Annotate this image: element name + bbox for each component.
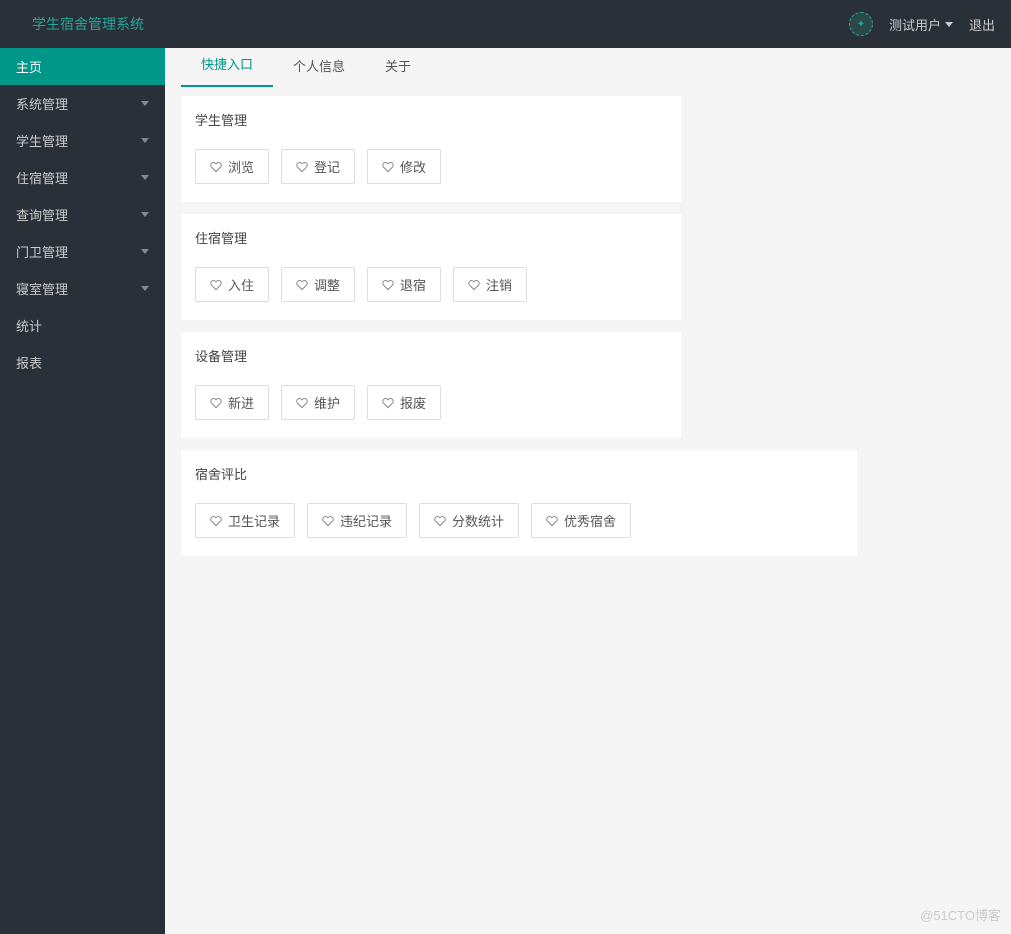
heart-icon — [546, 515, 558, 527]
app-title: 学生宿舍管理系统 — [32, 14, 144, 34]
action-button-1-3[interactable]: 注销 — [453, 267, 527, 302]
sidebar-item-5[interactable]: 门卫管理 — [0, 233, 165, 270]
button-label: 入住 — [228, 275, 254, 294]
tabs: 快捷入口个人信息关于 — [181, 48, 995, 88]
chevron-down-icon — [141, 101, 149, 106]
chevron-down-icon — [141, 249, 149, 254]
panel-2: 设备管理新进 维护 报废 — [181, 332, 681, 438]
action-button-0-0[interactable]: 浏览 — [195, 149, 269, 184]
heart-icon — [210, 161, 222, 173]
chevron-down-icon — [141, 175, 149, 180]
button-row: 新进 维护 报废 — [195, 385, 667, 420]
heart-icon — [296, 397, 308, 409]
button-row: 浏览 登记 修改 — [195, 149, 667, 184]
sidebar-item-1[interactable]: 系统管理 — [0, 85, 165, 122]
button-label: 退宿 — [400, 275, 426, 294]
heart-icon — [296, 161, 308, 173]
action-button-2-2[interactable]: 报废 — [367, 385, 441, 420]
heart-icon — [296, 279, 308, 291]
sidebar-item-7[interactable]: 统计 — [0, 307, 165, 344]
action-button-1-2[interactable]: 退宿 — [367, 267, 441, 302]
sidebar-item-label: 门卫管理 — [16, 242, 68, 261]
button-label: 维护 — [314, 393, 340, 412]
action-button-0-1[interactable]: 登记 — [281, 149, 355, 184]
button-label: 浏览 — [228, 157, 254, 176]
sidebar-item-4[interactable]: 查询管理 — [0, 196, 165, 233]
sidebar-item-0[interactable]: 主页 — [0, 48, 165, 85]
heart-icon — [382, 161, 394, 173]
header-right: ✦ 测试用户 退出 — [849, 12, 995, 36]
button-label: 调整 — [314, 275, 340, 294]
action-button-2-0[interactable]: 新进 — [195, 385, 269, 420]
chevron-down-icon — [141, 286, 149, 291]
sidebar-item-label: 住宿管理 — [16, 168, 68, 187]
button-label: 注销 — [486, 275, 512, 294]
sidebar-item-label: 查询管理 — [16, 205, 68, 224]
button-label: 分数统计 — [452, 511, 504, 530]
button-row: 卫生记录 违纪记录 分数统计 优秀宿舍 — [195, 503, 843, 538]
sidebar-item-label: 报表 — [16, 353, 42, 372]
sidebar: 主页系统管理学生管理住宿管理查询管理门卫管理寝室管理统计报表 — [0, 48, 165, 934]
tab-1[interactable]: 个人信息 — [273, 44, 365, 87]
sidebar-item-2[interactable]: 学生管理 — [0, 122, 165, 159]
sidebar-item-8[interactable]: 报表 — [0, 344, 165, 381]
watermark: @51CTO博客 — [920, 905, 1001, 924]
panel-title: 住宿管理 — [195, 228, 667, 247]
panel-3: 宿舍评比卫生记录 违纪记录 分数统计 优秀宿舍 — [181, 450, 857, 556]
panel-title: 设备管理 — [195, 346, 667, 365]
logout-button[interactable]: 退出 — [969, 15, 995, 34]
heart-icon — [210, 279, 222, 291]
action-button-3-3[interactable]: 优秀宿舍 — [531, 503, 631, 538]
action-button-2-1[interactable]: 维护 — [281, 385, 355, 420]
sidebar-item-label: 系统管理 — [16, 94, 68, 113]
heart-icon — [382, 279, 394, 291]
heart-icon — [434, 515, 446, 527]
user-menu[interactable]: 测试用户 — [889, 15, 953, 34]
action-button-0-2[interactable]: 修改 — [367, 149, 441, 184]
chevron-down-icon — [141, 138, 149, 143]
button-label: 卫生记录 — [228, 511, 280, 530]
heart-icon — [382, 397, 394, 409]
sidebar-item-label: 主页 — [16, 57, 42, 76]
tab-0[interactable]: 快捷入口 — [181, 42, 273, 87]
action-button-3-0[interactable]: 卫生记录 — [195, 503, 295, 538]
heart-icon — [322, 515, 334, 527]
action-button-1-1[interactable]: 调整 — [281, 267, 355, 302]
heart-icon — [210, 515, 222, 527]
button-label: 违纪记录 — [340, 511, 392, 530]
button-label: 新进 — [228, 393, 254, 412]
heart-icon — [468, 279, 480, 291]
panel-title: 学生管理 — [195, 110, 667, 129]
panel-1: 住宿管理入住 调整 退宿 注销 — [181, 214, 681, 320]
avatar-icon[interactable]: ✦ — [849, 12, 873, 36]
sidebar-item-label: 统计 — [16, 316, 42, 335]
button-label: 优秀宿舍 — [564, 511, 616, 530]
user-name: 测试用户 — [889, 15, 941, 34]
sidebar-item-6[interactable]: 寝室管理 — [0, 270, 165, 307]
heart-icon — [210, 397, 222, 409]
button-label: 登记 — [314, 157, 340, 176]
action-button-3-2[interactable]: 分数统计 — [419, 503, 519, 538]
button-label: 修改 — [400, 157, 426, 176]
action-button-1-0[interactable]: 入住 — [195, 267, 269, 302]
panel-title: 宿舍评比 — [195, 464, 843, 483]
chevron-down-icon — [141, 212, 149, 217]
button-label: 报废 — [400, 393, 426, 412]
tab-2[interactable]: 关于 — [365, 44, 431, 87]
sidebar-item-3[interactable]: 住宿管理 — [0, 159, 165, 196]
sidebar-item-label: 学生管理 — [16, 131, 68, 150]
content-area: 快捷入口个人信息关于 学生管理浏览 登记 修改住宿管理入住 调整 退宿 注销设备管理新进 维… — [165, 48, 1011, 934]
panel-0: 学生管理浏览 登记 修改 — [181, 96, 681, 202]
header: 学生宿舍管理系统 ✦ 测试用户 退出 — [0, 0, 1011, 48]
action-button-3-1[interactable]: 违纪记录 — [307, 503, 407, 538]
button-row: 入住 调整 退宿 注销 — [195, 267, 667, 302]
caret-down-icon — [945, 22, 953, 27]
sidebar-item-label: 寝室管理 — [16, 279, 68, 298]
